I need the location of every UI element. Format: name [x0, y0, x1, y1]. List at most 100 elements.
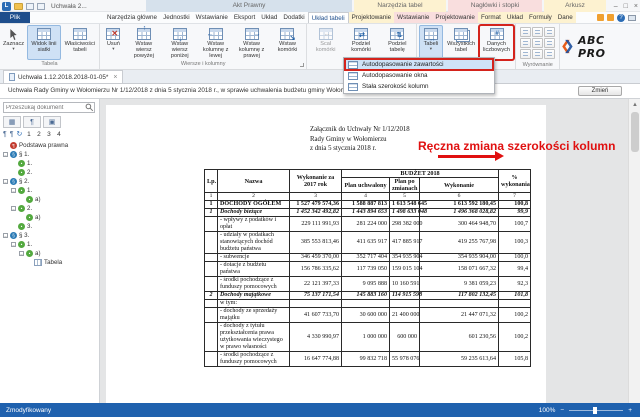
- tab-narzędzia-główne[interactable]: Narzędzia główne: [104, 12, 160, 23]
- value-cell[interactable]: 114 915 598: [390, 292, 420, 300]
- collapse-icon[interactable]: –: [11, 188, 16, 193]
- tree-item[interactable]: •2.: [3, 168, 97, 177]
- wstaw-kolumnę-z-prawej-button[interactable]: Wstaw kolumnę z prawej: [234, 25, 269, 60]
- value-cell[interactable]: 99,4: [499, 262, 531, 277]
- value-cell[interactable]: 159 015 104: [390, 262, 420, 277]
- zaznacz-button[interactable]: Zaznacz▾: [2, 25, 26, 60]
- table-header-cell[interactable]: Wykonanie: [420, 178, 499, 193]
- table-header-cell[interactable]: Plan uchwalony: [342, 178, 390, 193]
- collapse-icon[interactable]: –: [11, 206, 16, 211]
- cell-align-button[interactable]: [520, 49, 531, 59]
- wstaw-wiersz-powyżej-button[interactable]: Wstaw wiersz powyżej: [126, 25, 161, 60]
- cell-align-button[interactable]: [532, 27, 543, 37]
- lp-cell[interactable]: [205, 262, 218, 277]
- value-cell[interactable]: 385 553 813,46: [290, 232, 342, 254]
- document-tab[interactable]: Uchwała 1.12.2018.2018-01-05* ×: [3, 70, 123, 83]
- wstaw-komórki-button[interactable]: Wstaw komórki: [270, 25, 305, 60]
- tree-item[interactable]: –§§ 3.: [3, 231, 97, 240]
- level-button-3[interactable]: 3: [45, 131, 52, 138]
- value-cell[interactable]: 417 885 917: [390, 232, 420, 254]
- value-cell[interactable]: 156 786 335,62: [290, 262, 342, 277]
- name-cell[interactable]: - wpływy z podatków i opłat: [218, 217, 290, 232]
- tree-item[interactable]: •a): [3, 213, 97, 222]
- name-cell[interactable]: - dochody ze sprzedaży majątku: [218, 308, 290, 323]
- value-cell[interactable]: 1 496 368 028,82: [420, 209, 499, 217]
- tree-item[interactable]: Tabela: [3, 258, 97, 267]
- zoom-slider-thumb[interactable]: [593, 407, 597, 414]
- value-cell[interactable]: 101,8: [499, 292, 531, 300]
- value-cell[interactable]: 9 095 888: [342, 277, 390, 292]
- tree-item[interactable]: ¶Podstawa prawna: [3, 141, 97, 150]
- value-cell[interactable]: 411 635 917: [342, 232, 390, 254]
- cell-align-button[interactable]: [532, 49, 543, 59]
- cell-align-button[interactable]: [520, 27, 531, 37]
- name-cell[interactable]: - udziały w podatkach stanowiących dochó…: [218, 232, 290, 254]
- wstaw-kolumnę-z-lewej-button[interactable]: Wstaw kolumnę z lewej: [198, 25, 233, 60]
- zoom-in-button[interactable]: +: [628, 407, 632, 414]
- value-cell[interactable]: [290, 300, 342, 308]
- lp-cell[interactable]: [205, 232, 218, 254]
- addons-icon[interactable]: [607, 14, 614, 21]
- value-cell[interactable]: 117 739 050: [342, 262, 390, 277]
- tab-układ-tabeli[interactable]: Układ tabeli: [308, 12, 349, 23]
- value-cell[interactable]: 1 000 000: [342, 323, 390, 352]
- value-cell[interactable]: 601 230,56: [420, 323, 499, 352]
- value-cell[interactable]: 352 717 404: [342, 254, 390, 262]
- tab-wstawianie[interactable]: Wstawianie: [394, 12, 432, 23]
- value-cell[interactable]: 21 400 000: [390, 308, 420, 323]
- tab-projektowanie[interactable]: Projektowanie: [432, 12, 478, 23]
- collapse-all-icon[interactable]: ¶: [10, 131, 14, 138]
- usuń-button[interactable]: Usuń▾: [101, 25, 125, 60]
- tab-formuły[interactable]: Formuły: [526, 12, 555, 23]
- search-input[interactable]: [4, 105, 85, 111]
- value-cell[interactable]: 59 235 613,64: [420, 352, 499, 367]
- value-cell[interactable]: 55 978 076: [390, 352, 420, 367]
- scroll-up-icon[interactable]: ▲: [630, 100, 640, 110]
- scrollbar-thumb[interactable]: [631, 112, 639, 152]
- value-cell[interactable]: [342, 300, 390, 308]
- cell-align-button[interactable]: [520, 38, 531, 48]
- cell-align-button[interactable]: [544, 38, 555, 48]
- value-cell[interactable]: 281 224 000: [342, 217, 390, 232]
- display-icon[interactable]: [628, 15, 636, 21]
- value-cell[interactable]: 229 111 991,93: [290, 217, 342, 232]
- lp-cell[interactable]: [205, 217, 218, 232]
- tab-wstawianie[interactable]: Wstawianie: [193, 12, 231, 23]
- copy-view-tab[interactable]: ▣: [43, 116, 61, 128]
- collapse-icon[interactable]: –: [19, 251, 24, 256]
- value-cell[interactable]: 1 588 887 813: [342, 201, 390, 209]
- value-cell[interactable]: 300 464 948,70: [420, 217, 499, 232]
- tab-projektowanie[interactable]: Projektowanie: [349, 12, 395, 23]
- text-view-tab[interactable]: ¶: [23, 116, 41, 128]
- window-icon[interactable]: [37, 3, 45, 10]
- menu-item-stała-szerokość-kolumn[interactable]: Stała szerokość kolumn: [345, 81, 493, 92]
- search-icon[interactable]: [85, 103, 94, 112]
- budget-table[interactable]: Lp.NazwaWykonanie za 2017 rokBUDŻET 2018…: [204, 169, 531, 367]
- change-button[interactable]: Zmień: [578, 86, 622, 96]
- cell-align-button[interactable]: [544, 27, 555, 37]
- expand-all-icon[interactable]: ¶: [3, 131, 7, 138]
- value-cell[interactable]: 1 613 548 645: [390, 201, 420, 209]
- table-header-cell[interactable]: Wykonanie za 2017 rok: [290, 170, 342, 193]
- value-cell[interactable]: 99,9: [499, 209, 531, 217]
- value-cell[interactable]: 21 447 071,32: [420, 308, 499, 323]
- value-cell[interactable]: 16 647 774,88: [290, 352, 342, 367]
- cell-align-button[interactable]: [532, 38, 543, 48]
- close-document-icon[interactable]: ×: [113, 74, 117, 81]
- file-tab[interactable]: Plik: [0, 12, 30, 23]
- danych-liczbowych-button[interactable]: Danych liczbowych: [479, 25, 513, 60]
- open-folder-icon[interactable]: [14, 3, 23, 10]
- tabeli-button[interactable]: Tabeli▾: [419, 25, 443, 60]
- value-cell[interactable]: 600 000: [390, 323, 420, 352]
- menu-item-autodopasowanie-zawartości[interactable]: Autodopasowanie zawartości: [345, 59, 493, 70]
- value-cell[interactable]: 354 935 904,00: [420, 254, 499, 262]
- level-button-4[interactable]: 4: [55, 131, 62, 138]
- save-icon[interactable]: [26, 3, 34, 10]
- lp-cell[interactable]: [205, 323, 218, 352]
- name-cell[interactable]: - dotacje z budżetu państwa: [218, 262, 290, 277]
- cell-align-button[interactable]: [544, 49, 555, 59]
- value-cell[interactable]: 100,7: [499, 217, 531, 232]
- table-header-cell[interactable]: Lp.: [205, 170, 218, 193]
- tree-item[interactable]: –•1.: [3, 186, 97, 195]
- value-cell[interactable]: 92,3: [499, 277, 531, 292]
